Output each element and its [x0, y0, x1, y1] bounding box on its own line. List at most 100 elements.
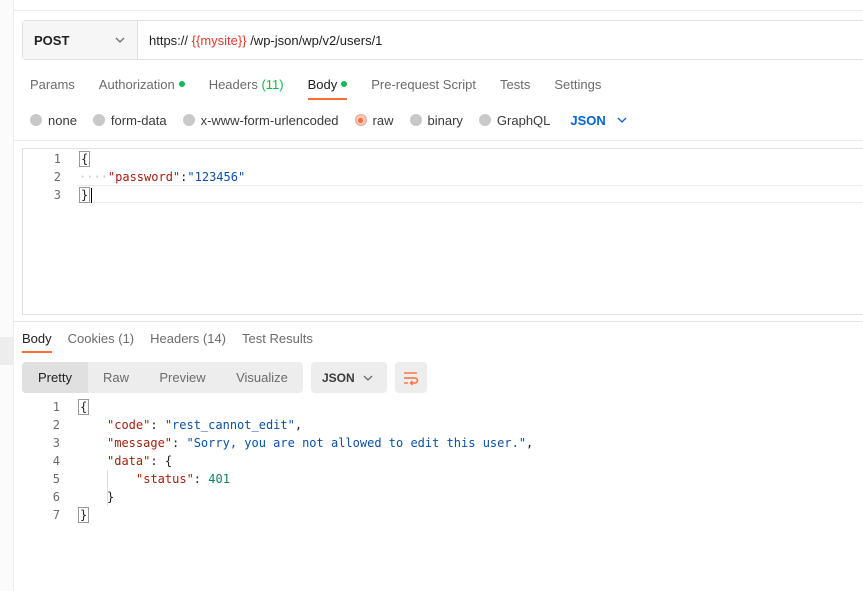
tab-label: Headers — [150, 330, 200, 346]
line-number: 4 — [52, 454, 60, 468]
tab-label: Authorization — [98, 76, 175, 92]
tab-response-headers[interactable]: Headers (14) — [150, 329, 226, 347]
view-pretty-button[interactable]: Pretty — [22, 362, 88, 393]
format-label: JSON — [570, 112, 606, 128]
view-label: Pretty — [38, 370, 72, 385]
url-input[interactable]: https:// {{mysite}} /wp-json/wp/v2/users… — [138, 21, 382, 59]
tab-count: (1) — [118, 330, 135, 346]
view-label: Raw — [102, 370, 129, 385]
colon: : — [150, 454, 165, 468]
response-body-viewer[interactable]: 1 { 2 "code": "rest_cannot_edit", 3 "mes… — [22, 398, 722, 528]
format-label: JSON — [322, 370, 355, 385]
radio-x-www-form-urlencoded[interactable]: x-www-form-urlencoded — [182, 113, 339, 128]
close-brace: } — [78, 507, 90, 523]
code-line: 4 "data": { — [22, 452, 172, 470]
view-visualize-button[interactable]: Visualize — [221, 362, 303, 393]
radio-button[interactable] — [182, 114, 195, 126]
view-preview-button[interactable]: Preview — [144, 362, 221, 393]
tab-label: Body — [307, 76, 338, 92]
status-dot — [178, 81, 185, 87]
open-brace: { — [164, 454, 173, 468]
tab-settings[interactable]: Settings — [554, 74, 601, 94]
colon: : — [172, 436, 187, 450]
tab-count: (11) — [261, 76, 284, 92]
close-brace: } — [79, 187, 91, 203]
line-number: 2 — [52, 418, 60, 432]
code-line: 3 } — [23, 186, 93, 204]
code-line: 1 { — [23, 150, 91, 168]
radio-label: binary — [427, 112, 463, 128]
tab-count: (14) — [202, 330, 227, 346]
line-number: 3 — [52, 436, 60, 450]
json-key: "status" — [136, 472, 194, 486]
tab-body[interactable]: Body — [307, 74, 348, 100]
raw-format-select[interactable]: JSON — [570, 113, 627, 128]
json-value: "rest_cannot_edit" — [164, 418, 295, 432]
radio-none[interactable]: none — [30, 113, 77, 128]
tab-label: Cookies — [67, 330, 115, 346]
radio-button-selected[interactable] — [354, 114, 367, 126]
tab-cookies[interactable]: Cookies (1) — [68, 329, 134, 347]
tab-label: Test Results — [242, 330, 313, 346]
current-line-highlight — [77, 185, 863, 203]
tab-headers[interactable]: Headers (11) — [209, 74, 284, 94]
text-caret — [91, 188, 93, 203]
code-line: 1 { — [22, 398, 90, 416]
url-prefix: https:// — [149, 32, 192, 48]
tab-tests[interactable]: Tests — [500, 74, 530, 94]
radio-label: none — [48, 112, 77, 128]
radio-graphql[interactable]: GraphQL — [478, 112, 551, 128]
left-sidebar-strip — [0, 0, 14, 591]
radio-raw[interactable]: raw — [354, 112, 394, 128]
tab-authorization[interactable]: Authorization — [99, 74, 185, 94]
code-line: 3 "message": "Sorry, you are not allowed… — [22, 434, 534, 452]
json-value: "Sorry, you are not allowed to edit this… — [186, 436, 527, 450]
wrap-lines-button[interactable] — [395, 362, 427, 393]
request-body-editor[interactable]: 1 { 2 ····"password":"123456" 3 } — [22, 148, 863, 315]
response-format-select[interactable]: JSON — [311, 362, 387, 393]
whitespace-marker: ···· — [79, 170, 108, 184]
tab-params[interactable]: Params — [30, 74, 75, 94]
url-suffix: /wp-json/wp/v2/users/1 — [246, 32, 383, 48]
response-tabs: Body Cookies (1) Headers (14) Test Resul… — [22, 329, 329, 353]
tab-label: Tests — [500, 76, 531, 92]
radio-label: raw — [372, 112, 394, 128]
tab-label: Settings — [554, 76, 602, 92]
tab-test-results[interactable]: Test Results — [242, 329, 313, 347]
comma: , — [526, 436, 534, 450]
code-line: 5 "status": 401 — [22, 470, 230, 488]
pane-divider[interactable] — [14, 321, 863, 322]
radio-button[interactable] — [478, 114, 491, 126]
status-dot — [341, 81, 348, 87]
method-select[interactable]: POST — [23, 21, 138, 59]
tab-response-body[interactable]: Body — [22, 329, 52, 353]
comma: , — [294, 418, 303, 432]
top-divider — [14, 10, 863, 11]
request-url-bar: POST https:// {{mysite}} /wp-json/wp/v2/… — [22, 20, 863, 60]
radio-button[interactable] — [409, 114, 422, 126]
radio-label: GraphQL — [496, 112, 551, 128]
open-brace: { — [78, 399, 90, 415]
code-line: 2 ····"password":"123456" — [23, 168, 245, 186]
radio-binary[interactable]: binary — [409, 112, 463, 128]
colon: : — [193, 472, 209, 486]
body-type-options: none form-data x-www-form-urlencoded raw… — [30, 111, 628, 129]
open-brace: { — [79, 151, 91, 167]
view-label: Visualize — [236, 370, 288, 385]
view-label: Preview — [159, 370, 206, 385]
json-key: "message" — [107, 436, 173, 450]
tab-label: Headers — [208, 76, 258, 92]
line-number: 2 — [53, 170, 61, 184]
section-divider — [14, 140, 863, 141]
line-number: 1 — [52, 400, 60, 414]
radio-button[interactable] — [30, 114, 42, 126]
radio-button[interactable] — [92, 114, 105, 126]
tab-label: Params — [30, 76, 75, 92]
view-raw-button[interactable]: Raw — [88, 362, 144, 393]
chevron-down-icon — [115, 37, 125, 43]
json-number: 401 — [208, 472, 230, 486]
radio-form-data[interactable]: form-data — [92, 113, 167, 128]
url-variable: {{mysite}} — [191, 32, 247, 48]
tab-pre-request-script[interactable]: Pre-request Script — [371, 74, 476, 94]
wrap-lines-icon — [404, 371, 419, 385]
